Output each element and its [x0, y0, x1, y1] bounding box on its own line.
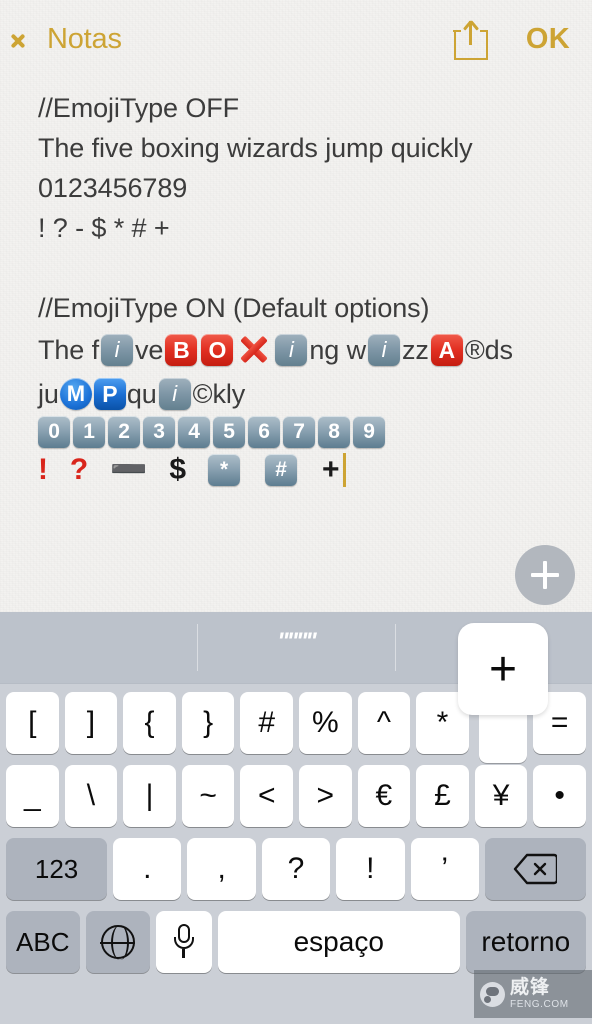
note-line-emojitype-on: //EmojiType ON (Default options): [38, 293, 430, 323]
a-button-emoji: A: [430, 334, 463, 366]
exclamation-mark-emoji: !: [38, 453, 48, 486]
globe-icon: [100, 924, 136, 960]
left-bracket-key[interactable]: [: [6, 692, 59, 754]
yen-key[interactable]: ¥: [474, 765, 528, 827]
pound-key[interactable]: £: [416, 765, 469, 827]
text-insertion-caret: [343, 453, 347, 487]
digit-keycap-emoji-9: 9: [353, 416, 385, 448]
digit-keycap-emoji-0: 0: [38, 416, 70, 448]
navigation-bar: Notas OK: [0, 0, 592, 78]
predictive-text-bar: """": [0, 612, 592, 684]
globe-language-key[interactable]: [85, 911, 150, 973]
circled-m-emoji: M: [59, 378, 92, 410]
digit-keycap-emoji-4: 4: [178, 416, 210, 448]
delete-key[interactable]: [484, 838, 586, 900]
percent-key[interactable]: %: [299, 692, 352, 754]
question-mark-emoji: ?: [69, 453, 89, 486]
right-brace-key[interactable]: }: [181, 692, 235, 754]
note-text-fragment: ng w: [309, 335, 366, 365]
chevron-left-icon: [22, 25, 39, 53]
note-text-fragment: zz: [402, 335, 429, 365]
keyboard-key-rows: []{}#%^*+= _\|~<>€£¥• 123 . , ? ! ’ ABC: [0, 684, 592, 973]
prediction-slot-2[interactable]: """": [197, 612, 394, 683]
dollar-sign-emoji: $: [169, 453, 186, 486]
information-emoji: i: [101, 334, 134, 366]
equals-key[interactable]: =: [533, 692, 586, 754]
information-emoji: i: [158, 378, 191, 410]
minus-sign-emoji: ➖: [110, 453, 148, 486]
digit-keycap-emoji-8: 8: [318, 416, 350, 448]
bullet-key[interactable]: •: [533, 765, 586, 827]
back-to-notes-button[interactable]: Notas: [22, 23, 122, 56]
o-button-emoji: O: [201, 334, 234, 366]
cross-mark-emoji: [238, 334, 270, 366]
note-text-fragment: qu: [126, 379, 157, 409]
exclamation-mark-key[interactable]: !: [336, 838, 405, 900]
keyboard-row-1: []{}#%^*+=: [3, 692, 589, 754]
euro-key[interactable]: €: [357, 765, 411, 827]
asterisk-key[interactable]: *: [416, 692, 469, 754]
left-brace-key[interactable]: {: [123, 692, 176, 754]
asterisk-emoji: *: [207, 454, 240, 486]
dictation-key[interactable]: [155, 911, 212, 973]
prediction-slot-2-label: """": [277, 627, 316, 655]
note-line-blank: [38, 248, 554, 288]
note-line-pangram-emoji-1: The f i ve B Oi ng w i zz A ®ds: [38, 328, 554, 372]
question-mark-key[interactable]: ?: [261, 838, 331, 900]
prediction-slot-3[interactable]: [394, 612, 592, 683]
note-line-digit-keycaps: 0123456789: [38, 416, 554, 448]
p-button-emoji: P: [93, 378, 126, 410]
apostrophe-key[interactable]: ’: [410, 838, 479, 900]
microphone-icon: [173, 924, 194, 960]
note-text-fragment: ve: [135, 335, 164, 365]
note-text-area[interactable]: //EmojiType OFF The five boxing wizards …: [0, 78, 592, 492]
information-emoji: i: [368, 334, 400, 366]
share-icon[interactable]: [453, 18, 489, 60]
back-button-label: Notas: [47, 22, 122, 55]
note-line-symbols-plain: ! ? - $ * # +: [38, 213, 170, 243]
digit-keycap-emoji-1: 1: [73, 416, 105, 448]
information-emoji: i: [275, 334, 308, 366]
keyboard-row-2: _ \ | ~ < > € £ ¥ •: [3, 765, 589, 827]
greater-than-key[interactable]: >: [299, 765, 352, 827]
note-line-digits-plain: 0123456789: [38, 173, 188, 203]
backslash-key[interactable]: \: [64, 765, 118, 827]
note-text-fragment: ®ds: [464, 335, 513, 365]
underscore-key[interactable]: _: [6, 765, 59, 827]
right-bracket-key[interactable]: ]: [64, 692, 118, 754]
add-attachment-button[interactable]: [515, 545, 575, 605]
note-line-symbol-emoji: !? ➖ $ * # +: [38, 448, 554, 492]
keyboard-row-4: ABC espaço retorno: [3, 911, 589, 973]
b-button-emoji: B: [165, 334, 198, 366]
plus-sign-emoji: +: [321, 453, 340, 486]
on-screen-keyboard: """" []{}#%^*+= _\|~<>€£¥• 123 . , ? ! ’: [0, 612, 592, 1024]
delete-backward-icon: [513, 853, 558, 885]
done-button[interactable]: OK: [526, 23, 570, 56]
digit-keycap-emoji-5: 5: [213, 416, 245, 448]
hash-keycap-emoji: #: [264, 454, 297, 486]
caret-key[interactable]: ^: [357, 692, 411, 754]
pipe-key[interactable]: |: [123, 765, 176, 827]
hash-key[interactable]: #: [240, 692, 293, 754]
note-text-fragment: ©kly: [192, 379, 246, 409]
less-than-key[interactable]: <: [240, 765, 293, 827]
prediction-slot-1[interactable]: [0, 612, 197, 683]
note-text-fragment: The f: [38, 335, 100, 365]
note-line-pangram-plain: The five boxing wizards jump quickly: [38, 133, 473, 163]
tilde-key[interactable]: ~: [181, 765, 235, 827]
return-key[interactable]: retorno: [465, 911, 586, 973]
numeric-layout-key[interactable]: 123: [6, 838, 108, 900]
digit-keycap-emoji-7: 7: [283, 416, 315, 448]
comma-key[interactable]: ,: [187, 838, 256, 900]
keyboard-row-3: 123 . , ? ! ’: [3, 838, 589, 900]
note-line-emojitype-off: //EmojiType OFF: [38, 93, 240, 123]
abc-layout-key[interactable]: ABC: [6, 911, 80, 973]
space-key[interactable]: espaço: [217, 911, 460, 973]
digit-keycap-emoji-6: 6: [248, 416, 280, 448]
share-arrow-head: [464, 20, 478, 30]
digit-keycap-emoji-3: 3: [143, 416, 175, 448]
period-key[interactable]: .: [113, 838, 182, 900]
digit-keycap-emoji-2: 2: [108, 416, 140, 448]
